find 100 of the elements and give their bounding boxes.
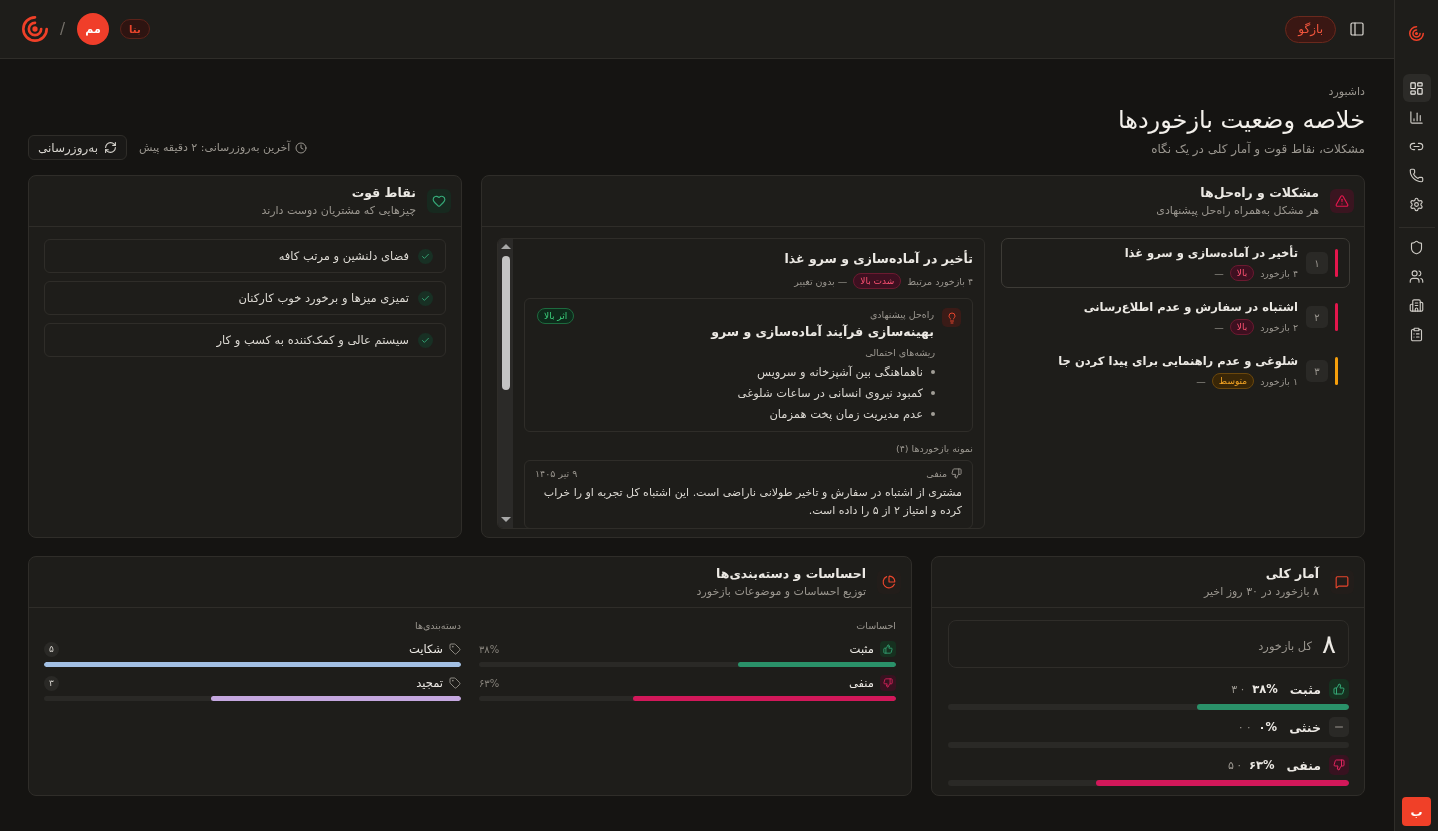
breadcrumb-separator: / <box>60 20 66 38</box>
breadcrumb: داشبورد <box>1328 85 1365 99</box>
sentiment-percent: ۶۳% <box>479 677 500 689</box>
strength-text: تمیزی میزها و برخورد خوب کارکنان <box>238 291 409 305</box>
strength-text: فضای دلنشین و مرتب کافه <box>278 249 409 263</box>
card-subtitle: هر مشکل به‌همراه راه‌حل پیشنهادی <box>1156 203 1319 218</box>
page-title: خلاصه وضعیت بازخوردها <box>1117 105 1365 135</box>
trend-indicator: — <box>1196 374 1206 388</box>
problem-item[interactable]: ۱ تأخیر در آماده‌سازی و سرو غذا ۴ بازخورد بالا — <box>1001 238 1350 288</box>
stat-count: · ۵ <box>1228 758 1241 772</box>
logo-icon <box>22 16 48 42</box>
clock-icon <box>295 141 308 154</box>
thumbs-up-icon <box>1329 679 1349 699</box>
thumbs-up-icon <box>880 641 896 657</box>
solution-label: راه‌حل پیشنهادی <box>869 308 934 321</box>
avatar: مم <box>77 13 110 45</box>
tag-icon <box>449 677 461 689</box>
stat-label: مثبت <box>1289 681 1321 697</box>
cause-text: عدم مدیریت زمان پخت همزمان <box>769 406 923 422</box>
lightbulb-icon <box>942 308 961 327</box>
sentiment-percent: ۳۸% <box>479 643 500 655</box>
check-icon <box>418 332 433 348</box>
severity-badge: بالا <box>1229 265 1255 281</box>
logo-icon <box>1409 26 1424 41</box>
page-subtitle: مشکلات، نقاط قوت و آمار کلی در یک نگاه <box>1151 141 1365 157</box>
total-label: کل بازخورد <box>1258 639 1313 653</box>
cause-text: کمبود نیروی انسانی در ساعات شلوغی <box>737 385 923 401</box>
problem-title: تأخیر در آماده‌سازی و سرو غذا <box>1124 245 1298 261</box>
card-subtitle: ۸ بازخورد در ۳۰ روز اخیر <box>1203 584 1319 599</box>
trend-indicator: — <box>1214 320 1224 334</box>
severity-bar-icon <box>1335 249 1338 277</box>
thumbs-down-icon <box>880 675 896 691</box>
severity-bar-icon <box>1335 357 1338 385</box>
thumbs-down-icon <box>951 468 962 479</box>
tag-icon <box>449 643 461 655</box>
problem-number: ۲ <box>1306 306 1328 328</box>
problem-number: ۳ <box>1306 360 1328 382</box>
feedback-count: ۱ بازخورد <box>1260 374 1298 388</box>
stat-percent: ۰% <box>1258 720 1278 734</box>
stat-count: · ۰ <box>1237 720 1251 734</box>
feedback-text: مشتری از اشتباه در سفارش و تاخیر طولانی ناراضی است. این اشتباه کل تجربه او را خراب کرده و امتیاز ۲ از ۵ را داده است. <box>542 485 962 519</box>
samples-label: نمونه بازخوردها (۴) <box>896 442 973 455</box>
refresh-button[interactable]: به‌روزرسانی <box>28 135 127 160</box>
card-subtitle: چیزهایی که مشتریان دوست دارند <box>261 203 416 218</box>
severity-badge: بالا <box>1229 319 1255 335</box>
card-subtitle: توزیع احساسات و موضوعات بازخورد <box>696 584 866 599</box>
sentiment-label: مثبت <box>849 642 874 656</box>
message-icon <box>1330 570 1354 594</box>
severity-bar-icon <box>1335 303 1338 331</box>
bullet-icon <box>931 391 935 395</box>
section-label: دسته‌بندی‌ها <box>414 619 461 632</box>
feedback-count: ۴ بازخورد مرتبط <box>907 274 973 288</box>
cause-text: ناهماهنگی بین آشپزخانه و سرویس <box>757 364 923 380</box>
problem-item[interactable]: ۳ شلوغی و عدم راهنمایی برای پیدا کردن جا ۱ بازخورد متوسط — <box>1001 346 1350 396</box>
refresh-icon <box>104 141 117 154</box>
card-title: احساسات و دسته‌بندی‌ها <box>716 565 866 582</box>
stat-percent: ۳۸% <box>1252 682 1278 696</box>
feedback-count: ۲ بازخورد <box>1260 320 1298 334</box>
card-title: نقاط قوت <box>351 184 416 201</box>
beta-badge: بتا <box>120 19 150 39</box>
card-title: آمار کلی <box>1265 565 1319 582</box>
trend-indicator: — <box>1214 266 1224 280</box>
bullet-icon <box>931 370 935 374</box>
scrollbar[interactable] <box>498 239 513 528</box>
last-updated-text: آخرین به‌روزرسانی: ۲ دقیقه پیش <box>139 141 291 154</box>
stat-label: منفی <box>1286 757 1321 773</box>
stat-count: · ۳ <box>1231 682 1245 696</box>
card-title: مشکلات و راه‌حل‌ها <box>1200 184 1319 201</box>
check-icon <box>418 248 433 264</box>
severity-badge: متوسط <box>1211 373 1255 389</box>
solution-title: بهینه‌سازی فرآیند آماده‌سازی و سرو <box>711 323 934 340</box>
problem-title: اشتباه در سفارش و عدم اطلاع‌رسانی <box>1083 299 1298 315</box>
category-label: شکایت <box>409 642 443 656</box>
back-button[interactable]: بازگو <box>1285 15 1336 43</box>
category-count: ۳ <box>44 675 59 691</box>
stat-label: خنثی <box>1289 719 1321 735</box>
impact-badge: اثر بالا <box>537 308 575 324</box>
total-count: ۸ <box>1322 629 1336 659</box>
category-label: تمجید <box>416 676 443 690</box>
category-count: ۵ <box>44 641 59 657</box>
warning-icon <box>1330 189 1354 213</box>
severity-badge: شدت بالا <box>853 273 902 289</box>
pie-chart-icon <box>877 570 901 594</box>
check-icon <box>418 290 433 306</box>
thumbs-down-icon <box>1329 755 1349 775</box>
detail-title: تأخیر در آماده‌سازی و سرو غذا <box>784 250 973 267</box>
avatar-button[interactable]: ب <box>1402 797 1431 826</box>
problem-title: شلوغی و عدم راهنمایی برای پیدا کردن جا <box>1058 353 1298 369</box>
dashboard-icon[interactable] <box>1402 74 1431 102</box>
strength-text: سیستم عالی و کمک‌کننده به کسب و کار <box>216 333 409 347</box>
problem-item[interactable]: ۲ اشتباه در سفارش و عدم اطلاع‌رسانی ۲ بازخورد بالا — <box>1001 292 1350 342</box>
trend-text: — بدون تغییر <box>794 274 848 288</box>
section-label: احساسات <box>855 619 896 632</box>
sentiment-label: منفی <box>926 467 947 480</box>
feedback-count: ۴ بازخورد <box>1260 266 1298 280</box>
panel-icon[interactable] <box>1348 20 1366 38</box>
causes-label: ریشه‌های احتمالی <box>865 346 935 359</box>
feedback-date: ۹ تیر ۱۴۰۵ <box>535 467 578 480</box>
bullet-icon <box>931 412 935 416</box>
minus-icon <box>1329 717 1349 737</box>
